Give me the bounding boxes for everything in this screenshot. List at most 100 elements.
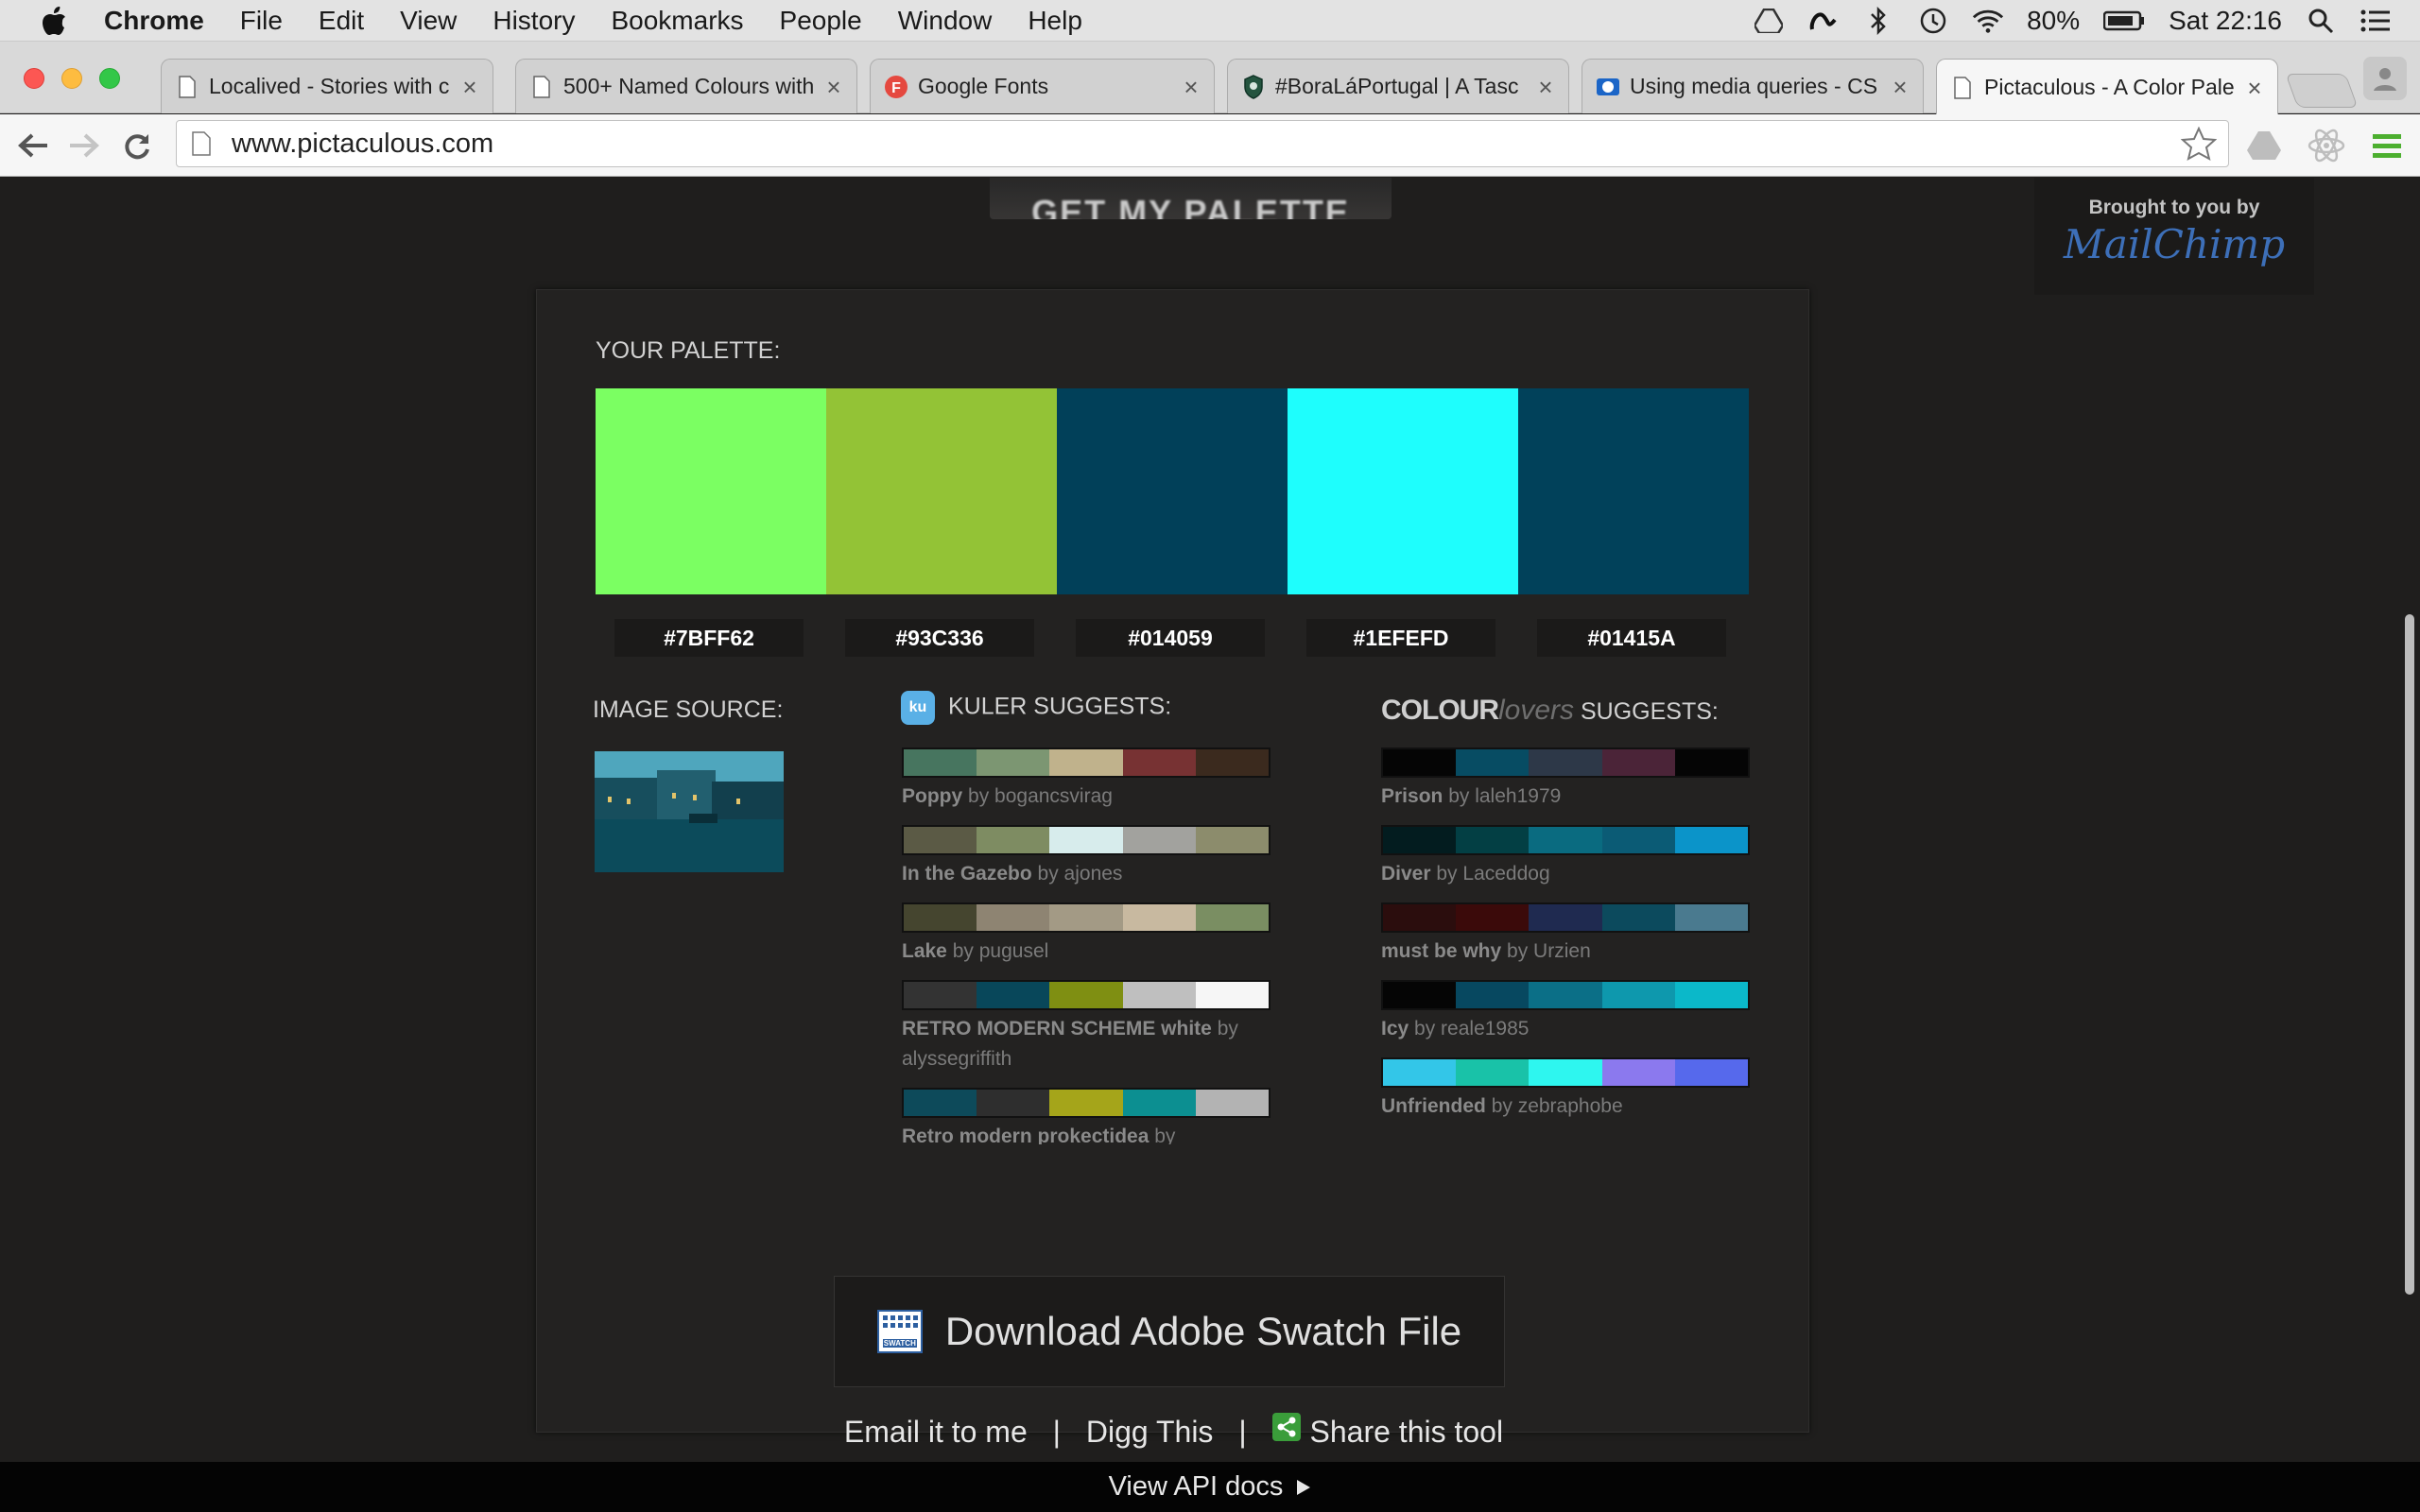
menu-view[interactable]: View	[400, 6, 457, 36]
minimize-window-button[interactable]	[61, 68, 82, 89]
menubar-clock[interactable]: Sat 22:16	[2169, 6, 2282, 36]
suggestion-color-bar[interactable]	[902, 747, 1270, 778]
kuler-suggestion[interactable]: RETRO MODERN SCHEME white by alyssegriff…	[902, 980, 1270, 1074]
hex-code[interactable]: #014059	[1076, 619, 1265, 657]
kuler-suggestion[interactable]: Lake by pugusel	[902, 902, 1270, 967]
suggestion-author[interactable]: by Urzien	[1507, 940, 1591, 962]
suggestion-name[interactable]: Poppy	[902, 785, 962, 807]
kuler-suggestion[interactable]: In the Gazebo by ajones	[902, 825, 1270, 889]
palette-swatch[interactable]	[596, 388, 826, 594]
wifi-icon[interactable]	[1972, 5, 2004, 37]
bluetooth-icon[interactable]	[1862, 5, 1894, 37]
suggestion-author[interactable]: by Laceddog	[1436, 863, 1549, 885]
suggestion-name[interactable]: Retro modern prokectidea	[902, 1125, 1149, 1144]
menu-history[interactable]: History	[493, 6, 575, 36]
time-machine-icon[interactable]	[1917, 5, 1949, 37]
suggestion-name[interactable]: Diver	[1381, 863, 1431, 885]
suggestion-color-bar[interactable]	[1381, 747, 1750, 778]
suggestion-author[interactable]: by laleh1979	[1448, 785, 1561, 807]
suggestion-name[interactable]: must be why	[1381, 940, 1501, 962]
source-image-thumbnail[interactable]	[595, 751, 784, 872]
suggestion-color-bar[interactable]	[1381, 825, 1750, 855]
colourlovers-suggestion[interactable]: Diver by Laceddog	[1381, 825, 1750, 889]
colourlovers-suggestion[interactable]: Unfriended by zebraphobe	[1381, 1057, 1750, 1122]
suggestion-author[interactable]: by ajones	[1038, 863, 1123, 885]
forward-button[interactable]	[64, 126, 104, 165]
suggestion-color-bar[interactable]	[1381, 1057, 1750, 1088]
react-devtools-icon[interactable]	[2307, 126, 2346, 165]
palette-swatch[interactable]	[1518, 388, 1749, 594]
suggestion-name[interactable]: In the Gazebo	[902, 863, 1032, 885]
share-this-tool-link[interactable]: Share this tool	[1310, 1415, 1504, 1449]
view-api-docs-link[interactable]: View API docs	[0, 1462, 2420, 1512]
notification-center-icon[interactable]	[2360, 5, 2392, 37]
new-tab-button[interactable]	[2285, 74, 2359, 108]
tab-media-queries[interactable]: Using media queries - CS ×	[1582, 59, 1924, 113]
suggestion-name[interactable]: Unfriended	[1381, 1095, 1486, 1117]
tab-boralaportugal[interactable]: #BoraLáPortugal | A Tasc ×	[1227, 59, 1569, 113]
mailchimp-sponsor-badge[interactable]: Brought to you by MailChimp	[2034, 178, 2314, 295]
tab-google-fonts[interactable]: F Google Fonts ×	[870, 59, 1215, 113]
suggestion-color-bar[interactable]	[902, 980, 1270, 1010]
profile-icon[interactable]	[2363, 57, 2407, 100]
hex-code[interactable]: #7BFF62	[614, 619, 804, 657]
spotlight-search-icon[interactable]	[2305, 5, 2337, 37]
suggestion-color-bar[interactable]	[1381, 902, 1750, 933]
colourlovers-suggestion[interactable]: Prison by laleh1979	[1381, 747, 1750, 812]
menu-bookmarks[interactable]: Bookmarks	[611, 6, 743, 36]
digg-this-link[interactable]: Digg This	[1086, 1415, 1214, 1449]
menu-people[interactable]: People	[780, 6, 862, 36]
hex-code[interactable]: #93C336	[845, 619, 1034, 657]
download-adobe-swatch-button[interactable]: SWATCH Download Adobe Swatch File	[834, 1276, 1505, 1387]
google-drive-extension-icon[interactable]	[2244, 126, 2284, 165]
hex-code[interactable]: #01415A	[1537, 619, 1726, 657]
suggestion-author[interactable]: by reale1985	[1414, 1018, 1529, 1040]
close-tab-icon[interactable]: ×	[1536, 75, 1555, 99]
suggestion-color-bar[interactable]	[1381, 980, 1750, 1010]
suggestion-author[interactable]: by pugusel	[953, 940, 1049, 962]
apple-icon[interactable]	[34, 6, 76, 35]
chrome-menu-icon[interactable]	[2367, 126, 2407, 165]
menu-window[interactable]: Window	[898, 6, 993, 36]
close-tab-icon[interactable]: ×	[460, 75, 479, 99]
suggestion-color-bar[interactable]	[902, 825, 1270, 855]
colourlovers-suggestion[interactable]: Icy by reale1985	[1381, 980, 1750, 1044]
creative-cloud-icon[interactable]	[1807, 5, 1840, 37]
menu-help[interactable]: Help	[1028, 6, 1082, 36]
google-drive-icon[interactable]	[1753, 5, 1785, 37]
close-tab-icon[interactable]: ×	[2245, 76, 2264, 100]
tab-named-colours[interactable]: 500+ Named Colours with ×	[515, 59, 857, 113]
palette-swatch[interactable]	[826, 388, 1057, 594]
colourlovers-suggestion[interactable]: must be why by Urzien	[1381, 902, 1750, 967]
suggestion-author[interactable]: by zebraphobe	[1492, 1095, 1623, 1117]
menu-edit[interactable]: Edit	[319, 6, 364, 36]
email-it-link[interactable]: Email it to me	[844, 1415, 1028, 1449]
bookmark-star-icon[interactable]	[2180, 126, 2218, 168]
suggestion-name[interactable]: Lake	[902, 940, 947, 962]
reload-button[interactable]	[117, 126, 157, 165]
battery-icon[interactable]	[2102, 5, 2146, 37]
close-tab-icon[interactable]: ×	[1182, 75, 1201, 99]
tab-localived[interactable]: Localived - Stories with c ×	[161, 59, 493, 113]
get-my-palette-button[interactable]: GET MY PALETTE	[990, 178, 1392, 219]
suggestion-color-bar[interactable]	[902, 1088, 1270, 1118]
page-scrollbar[interactable]	[2405, 614, 2414, 1295]
close-window-button[interactable]	[24, 68, 44, 89]
zoom-window-button[interactable]	[99, 68, 120, 89]
share-icon[interactable]	[1271, 1413, 1301, 1441]
suggestion-name[interactable]: Prison	[1381, 785, 1443, 807]
close-tab-icon[interactable]: ×	[1891, 75, 1910, 99]
hex-code[interactable]: #1EFEFD	[1306, 619, 1495, 657]
kuler-suggestion[interactable]: Poppy by bogancsvirag	[902, 747, 1270, 812]
palette-swatch[interactable]	[1288, 388, 1518, 594]
palette-swatch[interactable]	[1057, 388, 1288, 594]
suggestion-name[interactable]: Icy	[1381, 1018, 1409, 1040]
suggestion-color-bar[interactable]	[902, 902, 1270, 933]
suggestion-author[interactable]: by bogancsvirag	[968, 785, 1113, 807]
tab-pictaculous[interactable]: Pictaculous - A Color Pale ×	[1936, 59, 2278, 115]
suggestion-name[interactable]: RETRO MODERN SCHEME white	[902, 1018, 1212, 1040]
suggestion-author[interactable]: by	[1154, 1125, 1175, 1144]
address-bar[interactable]: www.pictaculous.com	[176, 120, 2229, 167]
kuler-suggestion[interactable]: Retro modern prokectidea by	[902, 1088, 1270, 1144]
menu-file[interactable]: File	[240, 6, 283, 36]
